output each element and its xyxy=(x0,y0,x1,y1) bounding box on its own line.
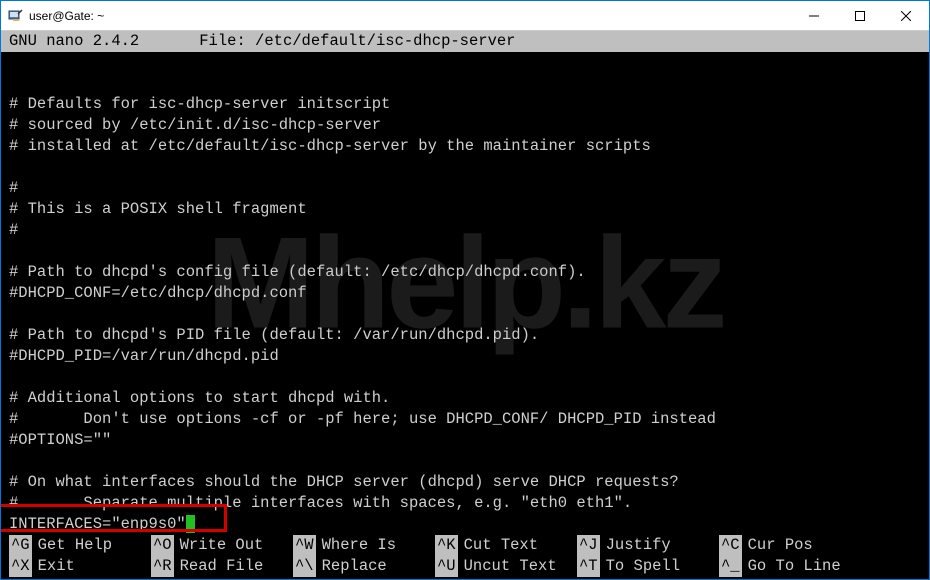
window-title: user@Gate: ~ xyxy=(29,9,791,23)
shortcut-write-out: ^OWrite Out xyxy=(151,535,293,556)
file-line: # On what interfaces should the DHCP ser… xyxy=(9,473,679,491)
file-line: # installed at /etc/default/isc-dhcp-ser… xyxy=(9,137,651,155)
file-line: # Additional options to start dhcpd with… xyxy=(9,389,390,407)
app-window: user@Gate: ~ GNU nano 2.4.2 File: /etc/d… xyxy=(0,0,930,580)
terminal[interactable]: GNU nano 2.4.2 File: /etc/default/isc-dh… xyxy=(1,31,929,535)
file-line: # Defaults for isc-dhcp-server initscrip… xyxy=(9,95,390,113)
nano-shortcuts: ^GGet Help ^OWrite Out ^WWhere Is ^KCut … xyxy=(1,535,929,579)
shortcut-uncut-text: ^UUncut Text xyxy=(435,556,577,577)
shortcut-get-help: ^GGet Help xyxy=(9,535,151,556)
shortcut-cut-text: ^KCut Text xyxy=(435,535,577,556)
nano-header: GNU nano 2.4.2 File: /etc/default/isc-dh… xyxy=(1,31,929,52)
cursor xyxy=(186,515,195,533)
shortcut-row: ^XExit ^RRead File ^\Replace ^UUncut Tex… xyxy=(9,556,921,577)
file-line: # Separate multiple interfaces with spac… xyxy=(9,494,632,512)
file-line: # Don't use options -cf or -pf here; use… xyxy=(9,410,716,428)
titlebar[interactable]: user@Gate: ~ xyxy=(1,1,929,31)
file-line: # Path to dhcpd's config file (default: … xyxy=(9,263,586,281)
file-line: # xyxy=(9,221,18,239)
file-line: #OPTIONS="" xyxy=(9,431,111,449)
shortcut-replace: ^\Replace xyxy=(293,556,435,577)
file-line: #DHCPD_PID=/var/run/dhcpd.pid xyxy=(9,347,279,365)
shortcut-to-spell: ^TTo Spell xyxy=(577,556,719,577)
interfaces-line: INTERFACES="enp9s0" xyxy=(9,515,186,533)
file-line: # Path to dhcpd's PID file (default: /va… xyxy=(9,326,539,344)
shortcut-cur-pos: ^CCur Pos xyxy=(719,535,861,556)
close-button[interactable] xyxy=(883,1,929,31)
shortcut-exit: ^XExit xyxy=(9,556,151,577)
nano-file-label: File: /etc/default/isc-dhcp-server xyxy=(139,31,921,52)
file-line: # This is a POSIX shell fragment xyxy=(9,200,307,218)
file-line: #DHCPD_CONF=/etc/dhcp/dhcpd.conf xyxy=(9,284,307,302)
nano-version: GNU nano 2.4.2 xyxy=(9,31,139,52)
file-line: # sourced by /etc/init.d/isc-dhcp-server xyxy=(9,116,381,134)
shortcut-go-to-line: ^_Go To Line xyxy=(719,556,861,577)
shortcut-where-is: ^WWhere Is xyxy=(293,535,435,556)
putty-icon xyxy=(1,8,29,24)
editor-content[interactable]: # Defaults for isc-dhcp-server initscrip… xyxy=(1,52,929,535)
shortcut-row: ^GGet Help ^OWrite Out ^WWhere Is ^KCut … xyxy=(9,535,921,556)
minimize-button[interactable] xyxy=(791,1,837,31)
file-line: # xyxy=(9,179,18,197)
maximize-button[interactable] xyxy=(837,1,883,31)
shortcut-read-file: ^RRead File xyxy=(151,556,293,577)
shortcut-justify: ^JJustify xyxy=(577,535,719,556)
